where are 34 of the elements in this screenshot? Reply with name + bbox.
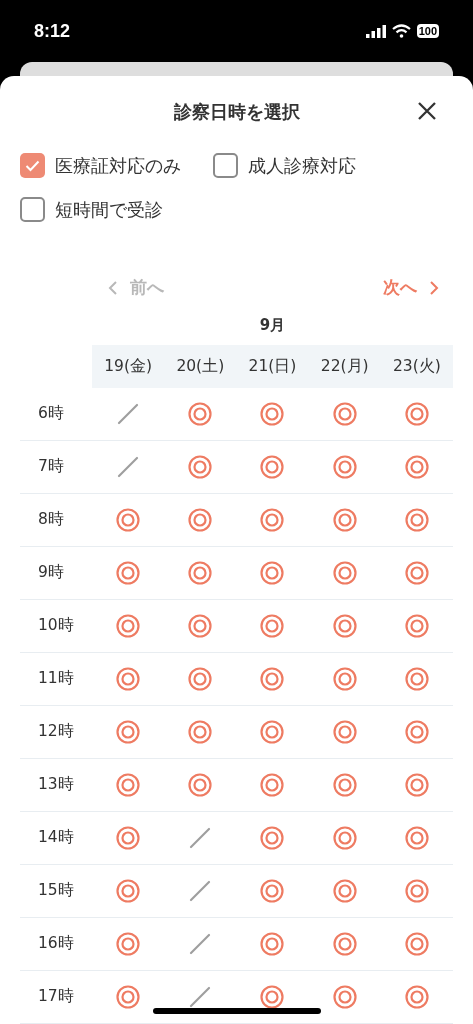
wifi-icon <box>391 24 411 38</box>
sheet-title: 診察日時を選択 <box>173 99 300 124</box>
double-circle-icon[interactable] <box>260 985 285 1009</box>
day-header: 22(月) <box>319 355 370 377</box>
battery-indicator: 100 <box>416 24 439 38</box>
status-time: 8:12 <box>34 19 71 43</box>
hour-label: 12時 <box>37 721 75 743</box>
day-header: 19(金) <box>103 355 153 377</box>
checkbox-label: 成人診療対応 <box>248 154 356 178</box>
day-header: 21(日) <box>247 355 298 377</box>
checkmark-icon <box>25 159 40 172</box>
hour-label: 10時 <box>37 615 75 637</box>
hour-label: 16時 <box>37 933 75 955</box>
hour-label: 9時 <box>37 562 65 584</box>
checkbox[interactable] <box>20 197 45 222</box>
chevron-right-icon <box>429 280 439 296</box>
month-label: 9月 <box>258 315 287 337</box>
checkbox-label: 医療証対応のみ <box>55 154 181 178</box>
checkbox[interactable] <box>20 153 45 178</box>
day-header: 23(火) <box>391 355 442 377</box>
checkbox[interactable] <box>213 153 238 178</box>
signal-icon <box>365 24 386 38</box>
hour-label: 13時 <box>37 774 75 796</box>
day-header: 20(土) <box>175 355 226 377</box>
chevron-left-icon <box>108 280 118 296</box>
checkbox-label: 短時間で受診 <box>55 198 163 222</box>
hour-label: 17時 <box>37 986 75 1008</box>
hour-label: 14時 <box>37 827 75 849</box>
hour-label: 6時 <box>37 403 65 425</box>
hour-label: 8時 <box>37 509 65 531</box>
hour-label: 11時 <box>37 668 75 690</box>
hour-label: 15時 <box>37 880 75 902</box>
hour-label: 7時 <box>37 456 65 478</box>
next-button[interactable]: 次へ <box>383 275 439 301</box>
